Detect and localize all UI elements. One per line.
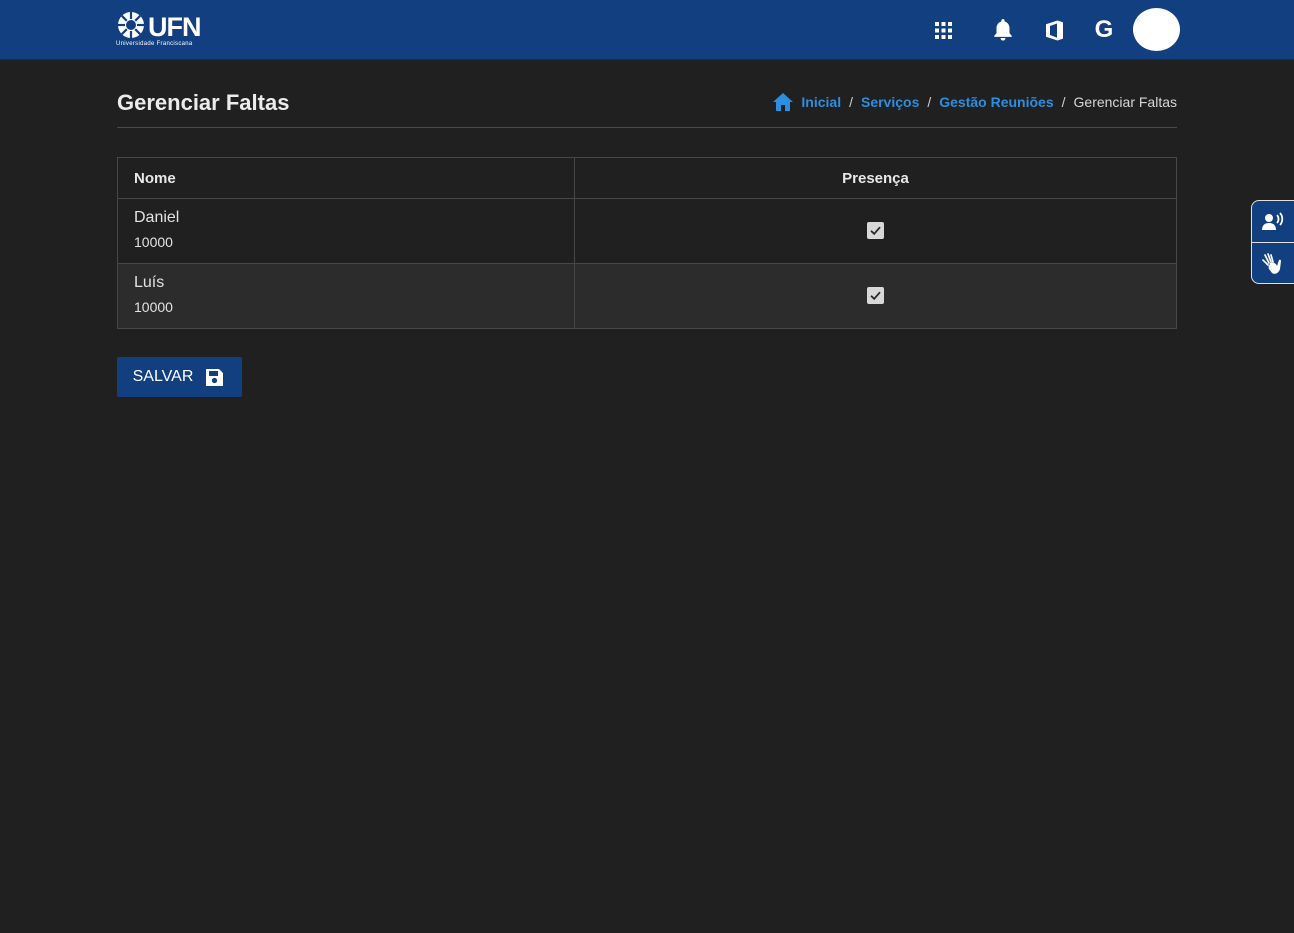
audio-description-icon <box>1262 211 1284 230</box>
ufn-logo[interactable]: UFN Universidade Franciscana <box>116 10 216 50</box>
notification-bell-icon[interactable] <box>990 16 1016 44</box>
save-button-label: SALVAR <box>132 368 194 385</box>
breadcrumb-separator: / <box>927 94 932 110</box>
column-header-nome[interactable]: Nome <box>117 157 575 199</box>
audio-description-button[interactable] <box>1252 201 1294 242</box>
apps-grid-icon[interactable] <box>930 16 956 44</box>
accessibility-panel <box>1251 200 1294 284</box>
table-row: Daniel 10000 <box>117 198 1177 264</box>
breadcrumb-separator: / <box>1061 94 1066 110</box>
save-button[interactable]: SALVAR <box>117 357 242 397</box>
student-id: 10000 <box>134 234 173 250</box>
breadcrumb-servicos[interactable]: Serviços <box>861 94 919 110</box>
student-id: 10000 <box>134 299 173 315</box>
student-name: Luís <box>134 274 165 291</box>
home-icon[interactable] <box>772 92 794 112</box>
office-icon[interactable] <box>1041 16 1067 44</box>
presence-checkbox[interactable] <box>867 222 884 240</box>
page-title: Gerenciar Faltas <box>117 90 290 115</box>
column-header-presenca[interactable]: Presença <box>574 157 1177 199</box>
logo-text: UFN <box>148 12 201 42</box>
user-avatar[interactable] <box>1133 8 1180 51</box>
breadcrumb: Inicial / Serviços / Gestão Reuniões / G… <box>772 92 1177 112</box>
checkmark-icon <box>870 291 881 301</box>
presence-cell <box>574 198 1177 264</box>
checkmark-icon <box>870 226 881 236</box>
sign-language-icon <box>1262 252 1281 274</box>
table-row: Luís 10000 <box>117 263 1177 329</box>
table-header-row: Nome Presença <box>117 157 1177 199</box>
breadcrumb-separator: / <box>849 94 853 110</box>
student-name: Daniel <box>134 209 180 226</box>
top-navbar: UFN Universidade Franciscana G <box>0 0 1294 60</box>
presence-cell <box>574 263 1177 329</box>
name-cell: Daniel 10000 <box>117 198 575 264</box>
title-divider <box>117 127 1177 128</box>
google-icon[interactable]: G <box>1091 16 1117 44</box>
floppy-disk-icon <box>206 368 224 386</box>
breadcrumb-current: Gerenciar Faltas <box>1073 94 1177 110</box>
presence-checkbox[interactable] <box>867 287 884 305</box>
breadcrumb-gestao-reunioes[interactable]: Gestão Reuniões <box>939 94 1053 110</box>
name-cell: Luís 10000 <box>117 263 575 329</box>
ufn-logo-icon <box>118 12 144 38</box>
logo-subtitle: Universidade Franciscana <box>116 41 193 47</box>
sign-language-button[interactable] <box>1252 243 1294 283</box>
breadcrumb-inicial[interactable]: Inicial <box>801 94 841 110</box>
attendance-table: Nome Presença Daniel 10000 Luís 10000 <box>117 157 1177 329</box>
